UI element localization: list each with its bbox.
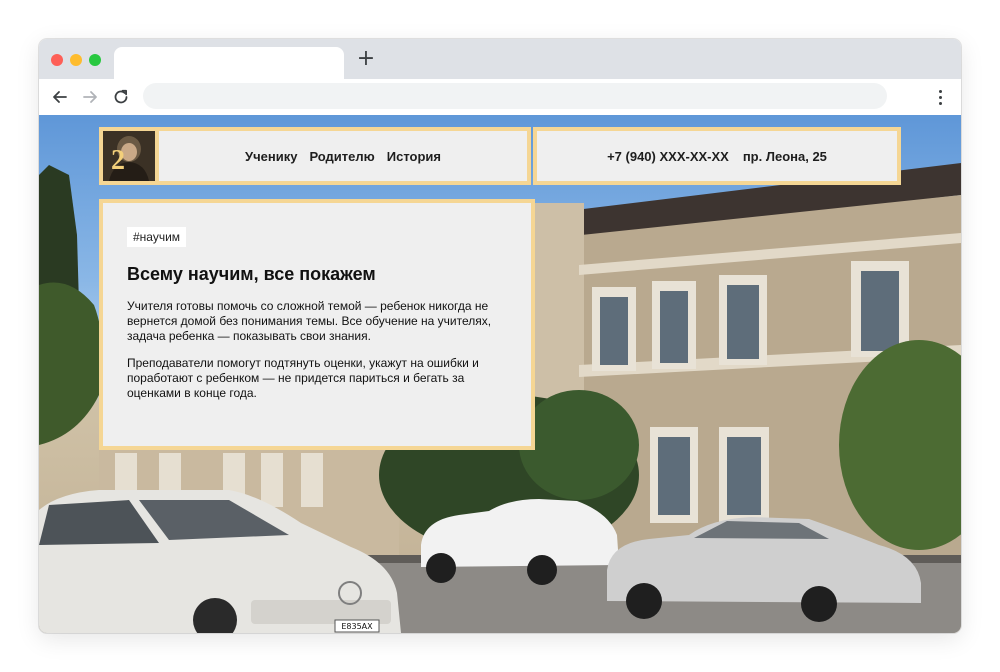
maximize-window-button[interactable] xyxy=(89,54,101,66)
minimize-window-button[interactable] xyxy=(70,54,82,66)
arrow-left-icon xyxy=(53,91,67,103)
nav-item-student[interactable]: Ученику xyxy=(245,149,297,164)
nav-item-parent[interactable]: Родителю xyxy=(309,149,374,164)
tree xyxy=(39,282,103,445)
phone-number[interactable]: +7 (940) XXX-XX-XX xyxy=(607,149,729,164)
new-tab-button[interactable]: + xyxy=(356,48,376,70)
card-title: Всему научим, все покажем xyxy=(127,264,376,284)
hashtag-badge: #научим xyxy=(127,227,187,247)
close-window-button[interactable] xyxy=(51,54,63,66)
car-wheel xyxy=(801,586,837,622)
browser-window: + Е835АХ 2 Ученику Родителю История +7 (… xyxy=(39,39,961,633)
reload-button[interactable] xyxy=(110,86,132,108)
main-nav: Ученику Родителю История xyxy=(159,131,527,181)
school-logo[interactable]: 2 xyxy=(103,131,155,181)
logo-number: 2 xyxy=(111,145,125,176)
site-header-nav: 2 Ученику Родителю История xyxy=(99,127,531,185)
site-header-contacts: +7 (940) XXX-XX-XX пр. Леона, 25 xyxy=(533,127,901,185)
menu-dot-icon xyxy=(938,101,942,105)
address-bar[interactable] xyxy=(143,83,887,109)
car-wheel xyxy=(527,555,557,585)
browser-toolbar xyxy=(39,79,961,115)
info-card: #научим Всему научим, все покажем Учител… xyxy=(99,199,535,450)
license-plate-text: Е835АХ xyxy=(341,622,373,631)
page-viewport: Е835АХ 2 Ученику Родителю История +7 (94… xyxy=(39,115,961,633)
forward-button[interactable] xyxy=(79,86,101,108)
back-button[interactable] xyxy=(49,86,71,108)
card-paragraph: Учителя готовы помочь со сложной темой —… xyxy=(127,299,492,343)
tab-bar: + xyxy=(39,39,961,79)
menu-dot-icon xyxy=(938,95,942,99)
car-wheel xyxy=(626,583,662,619)
car-wheel xyxy=(426,553,456,583)
reload-icon xyxy=(114,89,128,104)
card-paragraph: Преподаватели помогут подтянуть оценки, … xyxy=(127,356,479,400)
browser-menu-button[interactable] xyxy=(929,86,951,108)
menu-dot-icon xyxy=(938,89,942,93)
arrow-right-icon xyxy=(83,91,97,103)
active-tab[interactable] xyxy=(114,47,344,79)
nav-item-history[interactable]: История xyxy=(387,149,441,164)
school-address: пр. Леона, 25 xyxy=(742,148,827,164)
tree xyxy=(519,390,639,500)
